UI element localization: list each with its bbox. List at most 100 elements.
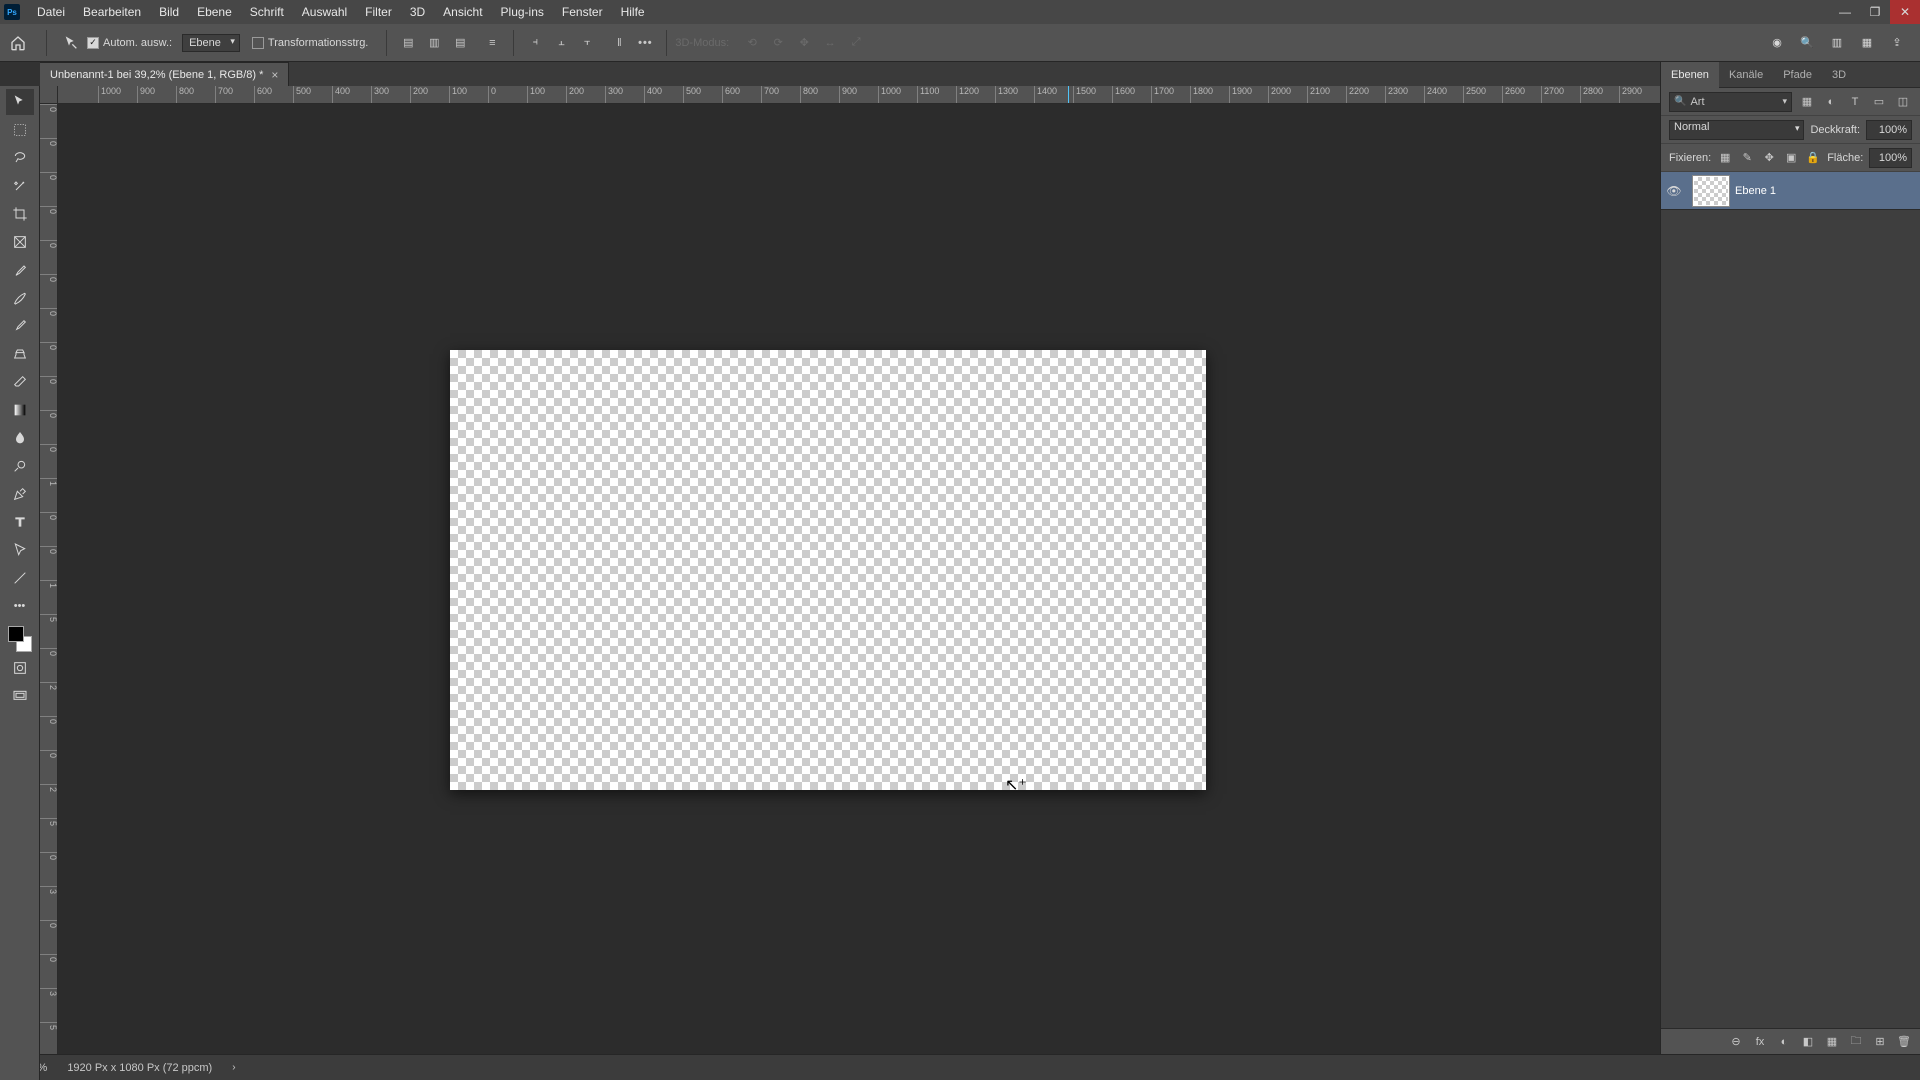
healing-brush-tool[interactable] (6, 285, 34, 311)
menu-3d[interactable]: 3D (401, 0, 434, 24)
move-tool[interactable] (6, 89, 34, 115)
menu-filter[interactable]: Filter (356, 0, 401, 24)
document-info[interactable]: 1920 Px x 1080 Px (72 ppcm) (67, 1062, 212, 1074)
window-maximize-button[interactable]: ❐ (1860, 0, 1890, 24)
gradient-tool[interactable] (6, 397, 34, 423)
filter-type-icon[interactable]: T (1846, 93, 1864, 111)
brush-tool[interactable] (6, 313, 34, 339)
ruler-origin[interactable] (40, 86, 58, 104)
layer-thumbnail[interactable] (1693, 176, 1729, 206)
align-center-h-icon[interactable]: ▥ (423, 32, 445, 54)
menu-plug-ins[interactable]: Plug-ins (492, 0, 553, 24)
align-bottom-icon[interactable]: ⫟ (576, 32, 598, 54)
menu-fenster[interactable]: Fenster (553, 0, 612, 24)
menu-schrift[interactable]: Schrift (241, 0, 293, 24)
menu-ebene[interactable]: Ebene (188, 0, 241, 24)
menu-bearbeiten[interactable]: Bearbeiten (74, 0, 150, 24)
menu-datei[interactable]: Datei (28, 0, 74, 24)
more-tools-icon[interactable]: ••• (6, 593, 34, 619)
horizontal-ruler[interactable]: 1000900800700600500400300200100010020030… (58, 86, 1660, 104)
layer-footer-icon-2[interactable]: ◐ (1776, 1036, 1792, 1048)
auto-select-checkbox[interactable]: ✓ (87, 37, 99, 49)
foreground-color-swatch[interactable] (8, 626, 24, 642)
share-icon[interactable]: ⇪ (1886, 32, 1908, 54)
filter-adjust-icon[interactable]: ◐ (1822, 93, 1840, 111)
panel-tab-ebenen[interactable]: Ebenen (1661, 62, 1719, 88)
menu-auswahl[interactable]: Auswahl (293, 0, 356, 24)
workspace-icon[interactable]: ▥ (1826, 32, 1848, 54)
layer-footer-icon-1[interactable]: fx (1752, 1036, 1768, 1048)
type-tool[interactable] (6, 509, 34, 535)
eyedropper-tool[interactable] (6, 257, 34, 283)
pen-tool[interactable] (6, 481, 34, 507)
vertical-ruler[interactable]: 000000000001001502002503003504 (40, 104, 58, 1054)
status-info-chevron-icon[interactable]: › (232, 1062, 235, 1073)
dodge-tool[interactable] (6, 453, 34, 479)
layer-name[interactable]: Ebene 1 (1735, 185, 1776, 197)
opacity-input[interactable]: 100% (1866, 120, 1912, 140)
color-swatches[interactable] (6, 624, 34, 654)
menu-ansicht[interactable]: Ansicht (434, 0, 491, 24)
lock-position-icon[interactable]: ✎ (1739, 150, 1755, 166)
window-minimize-button[interactable]: — (1830, 0, 1860, 24)
layer-footer-icon-0[interactable]: ⊖ (1728, 1035, 1744, 1048)
align-left-icon[interactable]: ▤ (397, 32, 419, 54)
layer-footer-icon-3[interactable]: ◧ (1800, 1035, 1816, 1048)
align-right-icon[interactable]: ▤ (449, 32, 471, 54)
layer-footer-icon-6[interactable]: ⊞ (1872, 1035, 1888, 1048)
layer-footer-icon-5[interactable]: 🗀 (1848, 1032, 1864, 1051)
filter-pixel-icon[interactable]: ▦ (1798, 93, 1816, 111)
frame-tool[interactable] (6, 229, 34, 255)
canvas-viewport[interactable]: ↖⁺ (58, 104, 1660, 1054)
home-button[interactable] (6, 31, 30, 55)
align-center-v-icon[interactable]: ⫠ (550, 32, 572, 54)
screen-mode-tool[interactable] (6, 683, 34, 709)
fill-input[interactable]: 100% (1869, 148, 1912, 168)
transform-controls-checkbox[interactable] (252, 37, 264, 49)
filter-smart-icon[interactable]: ◫ (1894, 93, 1912, 111)
cloud-docs-icon[interactable]: ◉ (1766, 32, 1788, 54)
menu-hilfe[interactable]: Hilfe (612, 0, 654, 24)
eraser-tool[interactable] (6, 369, 34, 395)
ruler-h-tick: 2500 (1463, 86, 1486, 104)
layer-footer-icon-4[interactable]: ▦ (1824, 1035, 1840, 1048)
lasso-tool[interactable] (6, 145, 34, 171)
line-tool[interactable] (6, 565, 34, 591)
quick-mask-tool[interactable] (6, 655, 34, 681)
document-tab[interactable]: Unbenannt-1 bei 39,2% (Ebene 1, RGB/8) *… (40, 62, 289, 86)
arrange-icon[interactable]: ▦ (1856, 32, 1878, 54)
document-canvas[interactable] (450, 350, 1206, 790)
marquee-tool[interactable] (6, 117, 34, 143)
blend-mode-dropdown[interactable]: Normal (1669, 120, 1804, 140)
lock-artboard-icon[interactable]: ▣ (1783, 150, 1799, 166)
path-selection-tool[interactable] (6, 537, 34, 563)
layer-row[interactable]: 👁 Ebene 1 (1661, 172, 1920, 210)
distribute-h-icon[interactable]: ≡ (481, 32, 503, 54)
layer-list[interactable]: 👁 Ebene 1 (1661, 172, 1920, 1028)
lock-all-icon[interactable]: 🔒 (1805, 150, 1821, 166)
magic-wand-tool[interactable] (6, 173, 34, 199)
ruler-h-tick: 2400 (1424, 86, 1447, 104)
distribute-v-icon[interactable]: ‖ (608, 32, 630, 54)
blur-tool[interactable] (6, 425, 34, 451)
layer-footer-icon-7[interactable]: 🗑 (1896, 1035, 1912, 1048)
menu-bild[interactable]: Bild (150, 0, 188, 24)
panel-tab-kanäle[interactable]: Kanäle (1719, 62, 1773, 88)
align-top-icon[interactable]: ⫞ (524, 32, 546, 54)
layer-visibility-icon[interactable]: 👁 (1661, 184, 1687, 198)
document-tab-close-icon[interactable]: × (271, 68, 278, 82)
panel-tab-pfade[interactable]: Pfade (1773, 62, 1822, 88)
more-align-options-button[interactable]: ••• (634, 32, 656, 54)
crop-tool[interactable] (6, 201, 34, 227)
window-close-button[interactable]: ✕ (1890, 0, 1920, 24)
ruler-h-tick: 400 (644, 86, 662, 104)
layer-search-input[interactable]: Art▾ (1669, 92, 1792, 112)
panel-tab-3d[interactable]: 3D (1822, 62, 1856, 88)
filter-shape-icon[interactable]: ▭ (1870, 93, 1888, 111)
lock-move-icon[interactable]: ✥ (1761, 150, 1777, 166)
clone-stamp-tool[interactable] (6, 341, 34, 367)
auto-select-target-dropdown[interactable]: Ebene (182, 34, 240, 52)
lock-pixels-icon[interactable]: ▦ (1717, 150, 1733, 166)
ruler-h-tick: 700 (761, 86, 779, 104)
search-icon[interactable]: 🔍 (1796, 32, 1818, 54)
